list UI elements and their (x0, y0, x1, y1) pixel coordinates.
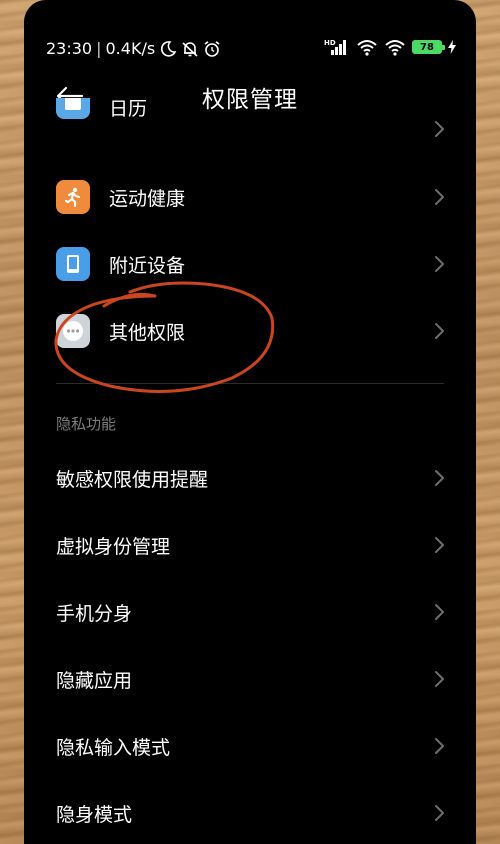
list-item-dual-space[interactable]: 手机分身 (24, 579, 476, 645)
wifi-icon-2 (385, 40, 405, 56)
list-item-label: 手机分身 (56, 603, 133, 625)
status-right: HD 78 (324, 38, 456, 56)
network-type-label: HD (324, 39, 336, 47)
list-item-sport-health[interactable]: 运动健康 (24, 164, 476, 230)
section-divider (56, 383, 444, 384)
chevron-right-icon (435, 671, 444, 687)
list-item-label: 隐身模式 (56, 804, 133, 826)
signal-icon: HD (324, 39, 346, 55)
status-speed: 0.4K/s (105, 39, 156, 58)
list-item-nearby-devices[interactable]: 附近设备 (24, 231, 476, 297)
section-header-privacy: 隐私功能 (56, 415, 117, 433)
list-item-other-permissions[interactable]: 其他权限 (24, 298, 476, 364)
list-item-sensitive-permission-reminder[interactable]: 敏感权限使用提醒 (24, 445, 476, 511)
chevron-right-icon (435, 189, 444, 205)
list-item-label: 虚拟身份管理 (56, 536, 171, 558)
list-item-calendar[interactable]: 日历 (24, 98, 476, 146)
list-item-label: 附近设备 (109, 255, 186, 277)
alarm-icon (204, 40, 220, 57)
list-item-label: 运动健康 (109, 188, 186, 210)
status-left: 23:30 | 0.4K/s (46, 39, 221, 58)
list-item-private-input[interactable]: 隐私输入模式 (24, 713, 476, 779)
chevron-right-icon (435, 470, 444, 486)
phone-screen: 23:30 | 0.4K/s HD 78 权限管理 日历 运动健康 附近设备 其… (24, 0, 476, 844)
list-item-incognito-mode[interactable]: 隐身模式 (24, 780, 476, 844)
list-item-label: 隐私输入模式 (56, 737, 171, 759)
chevron-right-icon (435, 537, 444, 553)
running-icon (56, 180, 90, 214)
chevron-right-icon (435, 121, 444, 137)
charging-bolt-icon (448, 40, 456, 54)
moon-icon (161, 40, 177, 57)
chevron-right-icon (435, 256, 444, 272)
chevron-right-icon (435, 604, 444, 620)
list-item-virtual-identity[interactable]: 虚拟身份管理 (24, 512, 476, 578)
chevron-right-icon (435, 805, 444, 821)
status-separator: | (96, 39, 102, 58)
list-item-label: 敏感权限使用提醒 (56, 469, 209, 491)
list-item-hidden-apps[interactable]: 隐藏应用 (24, 646, 476, 712)
battery-icon: 78 (412, 40, 445, 54)
wifi-icon (357, 40, 377, 56)
tablet-icon (56, 247, 90, 281)
list-item-label: 其他权限 (109, 322, 186, 344)
chevron-right-icon (435, 738, 444, 754)
chevron-right-icon (435, 323, 444, 339)
list-item-label: 隐藏应用 (56, 670, 133, 692)
bell-off-icon (182, 41, 198, 57)
battery-level: 78 (420, 41, 434, 53)
list-item-label: 日历 (109, 98, 148, 120)
calendar-icon (56, 98, 90, 119)
more-dots-icon (56, 314, 90, 348)
status-time: 23:30 (46, 39, 93, 58)
